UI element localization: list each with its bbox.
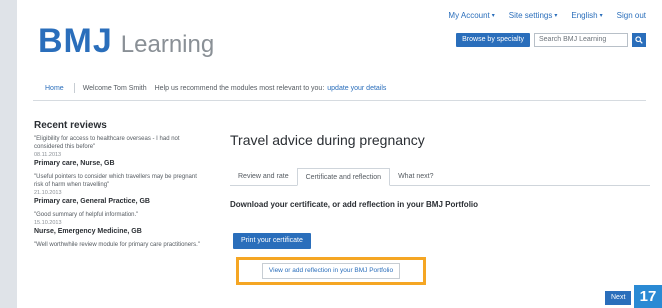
review-item: "Eligibility for access to healthcare ov… xyxy=(34,135,204,168)
search-row: Browse by specialty Search BMJ Learning xyxy=(456,33,646,47)
add-reflection-button[interactable]: View or add reflection in your BMJ Portf… xyxy=(261,263,401,279)
review-author: Nurse, Emergency Medicine, GB xyxy=(34,228,142,235)
review-date: 21.10.2013 xyxy=(34,190,62,196)
review-quote: "Eligibility for access to healthcare ov… xyxy=(34,136,180,150)
separator xyxy=(73,83,75,93)
recent-reviews-panel: Recent reviews "Eligibility for access t… xyxy=(34,120,204,254)
highlight-box: View or add reflection in your BMJ Portf… xyxy=(236,257,426,285)
my-account-link[interactable]: My Account ▾ xyxy=(448,11,494,20)
review-quote: "Useful pointers to consider which trave… xyxy=(34,174,197,188)
review-quote: "Good summary of helpful information." xyxy=(34,212,139,218)
review-item: "Good summary of helpful information." 1… xyxy=(34,211,204,236)
header-divider xyxy=(33,100,646,101)
search-icon xyxy=(635,36,643,44)
recent-reviews-title: Recent reviews xyxy=(34,120,107,131)
logo-learning-text: Learning xyxy=(120,31,215,58)
review-date: 08.11.2013 xyxy=(34,152,62,158)
welcome-bar: Home Welcome Tom Smith Help us recommend… xyxy=(33,80,646,96)
module-panel: Travel advice during pregnancy Review an… xyxy=(230,132,650,285)
search-button[interactable] xyxy=(632,33,646,47)
download-heading: Download your certificate, or add reflec… xyxy=(230,200,479,209)
home-link[interactable]: Home xyxy=(45,85,64,92)
review-item: "Useful pointers to consider which trave… xyxy=(34,173,204,206)
review-author: Primary care, General Practice, GB xyxy=(34,198,150,205)
module-tabs: Review and rate Certificate and reflecti… xyxy=(230,168,650,186)
site-settings-link[interactable]: Site settings ▾ xyxy=(509,11,558,20)
module-title: Travel advice during pregnancy xyxy=(230,132,425,148)
search-input[interactable]: Search BMJ Learning xyxy=(534,33,628,47)
recommend-prompt: Help us recommend the modules most relev… xyxy=(154,84,325,92)
bmj-learning-page: BMJ Learning My Account ▾ Site settings ▾ … xyxy=(17,0,662,308)
welcome-greeting: Welcome Tom Smith xyxy=(82,84,147,92)
review-date: 15.10.2013 xyxy=(34,220,62,226)
sign-out-link[interactable]: Sign out xyxy=(617,11,646,20)
update-details-link[interactable]: update your details xyxy=(327,85,386,92)
next-button[interactable]: Next xyxy=(605,291,632,305)
language-link[interactable]: English ▾ xyxy=(571,11,602,20)
review-item: "Well worthwhile review module for prima… xyxy=(34,241,204,249)
review-author: Primary care, Nurse, GB xyxy=(34,160,115,167)
page-number-badge: 17 xyxy=(634,285,662,308)
bmj-learning-logo[interactable]: BMJ Learning xyxy=(38,22,214,61)
logo-bmj-text: BMJ xyxy=(38,22,113,60)
print-certificate-button[interactable]: Print your certificate xyxy=(233,233,311,249)
chevron-down-icon: ▾ xyxy=(599,13,603,19)
chevron-down-icon: ▾ xyxy=(554,13,558,19)
tab-review-and-rate[interactable]: Review and rate xyxy=(230,168,297,185)
language-label: English xyxy=(571,11,598,20)
my-account-label: My Account xyxy=(448,11,490,20)
account-links: My Account ▾ Site settings ▾ English ▾ Sign… xyxy=(448,11,646,20)
browse-by-specialty-button[interactable]: Browse by specialty xyxy=(456,33,530,47)
chevron-down-icon: ▾ xyxy=(491,13,495,19)
tab-certificate-and-reflection[interactable]: Certificate and reflection xyxy=(296,168,391,186)
site-settings-label: Site settings xyxy=(508,11,553,20)
sign-out-label: Sign out xyxy=(616,11,646,20)
review-quote: "Well worthwhile review module for prima… xyxy=(34,242,200,248)
tab-what-next[interactable]: What next? xyxy=(390,168,441,185)
